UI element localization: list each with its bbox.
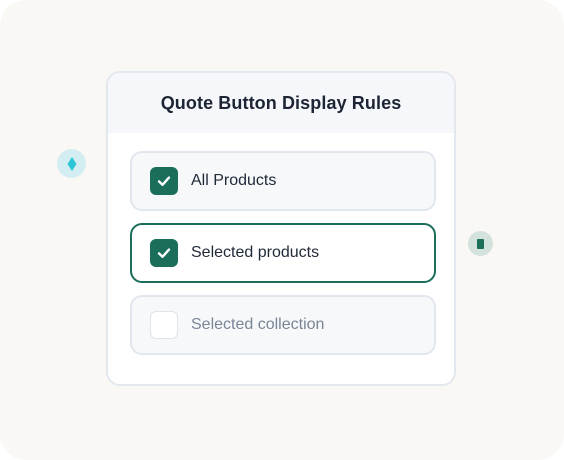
display-rules-panel: Quote Button Display Rules All Products … bbox=[106, 71, 456, 386]
option-selected-products[interactable]: Selected products bbox=[130, 223, 436, 283]
option-selected-collection[interactable]: Selected collection bbox=[130, 295, 436, 355]
panel-title: Quote Button Display Rules bbox=[160, 92, 402, 113]
diamond-icon bbox=[67, 156, 76, 171]
square-icon bbox=[477, 238, 484, 249]
canvas-background: Quote Button Display Rules All Products … bbox=[0, 0, 564, 460]
checkbox-all-products[interactable] bbox=[150, 167, 178, 195]
left-connector-dot bbox=[57, 149, 86, 178]
checkbox-selected-products[interactable] bbox=[150, 239, 178, 267]
right-connector-dot bbox=[468, 231, 493, 256]
check-icon bbox=[157, 176, 171, 186]
option-label: Selected collection bbox=[191, 316, 325, 333]
option-label: All Products bbox=[191, 172, 277, 189]
option-label: Selected products bbox=[191, 244, 320, 261]
panel-header: Quote Button Display Rules bbox=[108, 73, 454, 133]
option-all-products[interactable]: All Products bbox=[130, 151, 436, 211]
checkbox-selected-collection[interactable] bbox=[150, 311, 178, 339]
check-icon bbox=[157, 248, 171, 258]
